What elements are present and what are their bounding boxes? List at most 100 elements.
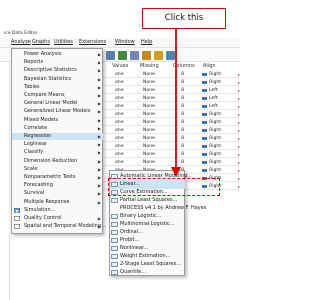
header-align[interactable]: Align xyxy=(203,62,216,70)
cell-missing[interactable]: None xyxy=(143,95,155,102)
menu-window[interactable]: Window xyxy=(115,39,135,45)
cell-missing[interactable]: None xyxy=(143,135,155,142)
analyze-menu-item[interactable]: Quality Control ▶ xyxy=(12,215,103,222)
cell-align[interactable]: Left xyxy=(209,103,218,110)
analyze-menu-item[interactable]: Generalized Linear Models ▶ xyxy=(12,108,103,115)
cell-missing[interactable]: None xyxy=(143,119,155,126)
table-row[interactable]: one None 8 Right ▸ xyxy=(103,135,240,142)
cell-align[interactable]: Right xyxy=(209,151,221,158)
table-row[interactable]: one None 8 Left ▸ xyxy=(103,95,240,102)
menu-graphs[interactable]: Graphs xyxy=(32,39,50,45)
cell-values[interactable]: one xyxy=(115,127,124,134)
table-row[interactable]: one None 8 Right ▸ xyxy=(103,159,240,166)
cell-align[interactable]: Right xyxy=(209,71,221,78)
table-row[interactable]: one None 8 Left ▸ xyxy=(103,103,240,110)
cell-columns[interactable]: 8 xyxy=(173,111,184,118)
cell-columns[interactable]: 8 xyxy=(173,103,184,110)
cell-columns[interactable]: 8 xyxy=(173,119,184,126)
cell-missing[interactable]: None xyxy=(143,127,155,134)
analyze-menu-item[interactable]: Compare Means ▶ xyxy=(12,92,103,99)
cell-missing[interactable]: None xyxy=(143,87,155,94)
table-row[interactable]: one None 8 Right ▸ xyxy=(103,71,240,78)
cell-missing[interactable]: None xyxy=(143,111,155,118)
cell-align[interactable]: Left xyxy=(209,87,218,94)
analyze-menu-item[interactable]: Power Analysis ▶ xyxy=(12,51,103,58)
analyze-menu-item[interactable]: Scale ▶ xyxy=(12,166,103,173)
cell-values[interactable]: one xyxy=(115,95,124,102)
cell-align[interactable]: Right xyxy=(209,167,221,174)
cell-align[interactable]: Left xyxy=(209,95,218,102)
cell-columns[interactable]: 8 xyxy=(173,143,184,150)
table-row[interactable]: one None 8 Right ▸ xyxy=(103,127,240,134)
grid-icon[interactable] xyxy=(130,51,139,60)
cell-columns[interactable]: 8 xyxy=(173,87,184,94)
table-row[interactable]: one None 8 Right ▸ xyxy=(103,151,240,158)
cell-columns[interactable]: 8 xyxy=(173,95,184,102)
header-values[interactable]: Values xyxy=(112,62,128,70)
cell-align[interactable]: Right xyxy=(209,119,221,126)
analyze-menu-item[interactable]: Reports ▶ xyxy=(12,59,103,66)
analyze-menu-item[interactable]: Mixed Models ▶ xyxy=(12,117,103,124)
analyze-menu-item[interactable]: Classify ▶ xyxy=(12,149,103,156)
analyze-menu-item[interactable]: Survival ▶ xyxy=(12,190,103,197)
table-row[interactable]: one None 8 Left ▸ xyxy=(103,87,240,94)
cell-values[interactable]: one xyxy=(115,79,124,86)
cell-columns[interactable]: 8 xyxy=(173,71,184,78)
cell-columns[interactable]: 8 xyxy=(173,151,184,158)
analyze-menu-item[interactable]: Nonparametric Tests ▶ xyxy=(12,174,103,181)
cell-align[interactable]: Right xyxy=(209,135,221,142)
cell-columns[interactable]: 8 xyxy=(173,159,184,166)
menu-analyze[interactable]: Analyze xyxy=(11,39,31,45)
cell-columns[interactable]: 8 xyxy=(173,135,184,142)
cell-align[interactable]: Right xyxy=(209,159,221,166)
cell-values[interactable]: one xyxy=(115,135,124,142)
split-icon[interactable] xyxy=(142,51,151,60)
menu-extensions[interactable]: Extensions xyxy=(79,39,106,45)
cell-values[interactable]: one xyxy=(115,159,124,166)
analyze-menu-item[interactable]: Regression ▶ xyxy=(12,133,103,140)
table-row[interactable]: one None 8 Right ▸ xyxy=(103,79,240,86)
cell-columns[interactable]: 8 xyxy=(173,79,184,86)
analyze-menu-item[interactable]: Tables ▶ xyxy=(12,84,103,91)
weight-icon[interactable] xyxy=(154,51,163,60)
analyze-menu-item[interactable]: Descriptive Statistics ▶ xyxy=(12,67,103,74)
analyze-menu-item[interactable]: Loglinear ▶ xyxy=(12,141,103,148)
cell-values[interactable]: one xyxy=(115,103,124,110)
cell-missing[interactable]: None xyxy=(143,151,155,158)
cell-values[interactable]: one xyxy=(115,143,124,150)
regression-menu-item[interactable]: Quantile... xyxy=(110,268,185,277)
analyze-menu-item[interactable]: Dimension Reduction ▶ xyxy=(12,158,103,165)
cell-values[interactable]: one xyxy=(115,111,124,118)
cell-missing[interactable]: None xyxy=(143,71,155,78)
cell-values[interactable]: one xyxy=(115,151,124,158)
analyze-menu-item[interactable]: Forecasting ▶ xyxy=(12,182,103,189)
table-row[interactable]: one None 8 Right ▸ xyxy=(103,111,240,118)
analyze-menu-item[interactable]: ▣ Simulation... xyxy=(12,207,103,214)
cell-missing[interactable]: None xyxy=(143,159,155,166)
cell-missing[interactable]: None xyxy=(143,79,155,86)
header-missing[interactable]: Missing xyxy=(140,62,159,70)
cell-missing[interactable]: None xyxy=(143,103,155,110)
cell-values[interactable]: one xyxy=(115,119,124,126)
cell-values[interactable]: one xyxy=(115,87,124,94)
analyze-menu-item[interactable]: General Linear Model ▶ xyxy=(12,100,103,107)
table-icon[interactable] xyxy=(118,51,127,60)
cell-align[interactable]: Right xyxy=(209,127,221,134)
data-view-icon[interactable] xyxy=(106,51,115,60)
cell-values[interactable]: one xyxy=(115,71,124,78)
cell-missing[interactable]: None xyxy=(143,143,155,150)
table-row[interactable]: one None 8 Right ▸ xyxy=(103,143,240,150)
cell-align[interactable]: Right xyxy=(209,79,221,86)
cell-align[interactable]: Right xyxy=(209,143,221,150)
analyze-menu-item[interactable]: Bayesian Statistics ▶ xyxy=(12,76,103,83)
analyze-menu-item[interactable]: Correlate ▶ xyxy=(12,125,103,132)
cell-align[interactable]: Right xyxy=(209,111,221,118)
cell-columns[interactable]: 8 xyxy=(173,127,184,134)
analyze-menu-item[interactable]: Multiple Response ▶ xyxy=(12,199,103,206)
menu-help[interactable]: Help xyxy=(141,39,152,45)
table-row[interactable]: one None 8 Right ▸ xyxy=(103,119,240,126)
search-icon[interactable] xyxy=(166,51,175,60)
menu-utilities[interactable]: Utilities xyxy=(54,39,73,45)
header-columns[interactable]: Columns xyxy=(173,62,195,70)
analyze-menu-item[interactable]: Spatial and Temporal Modeling... ▶ xyxy=(12,223,106,230)
